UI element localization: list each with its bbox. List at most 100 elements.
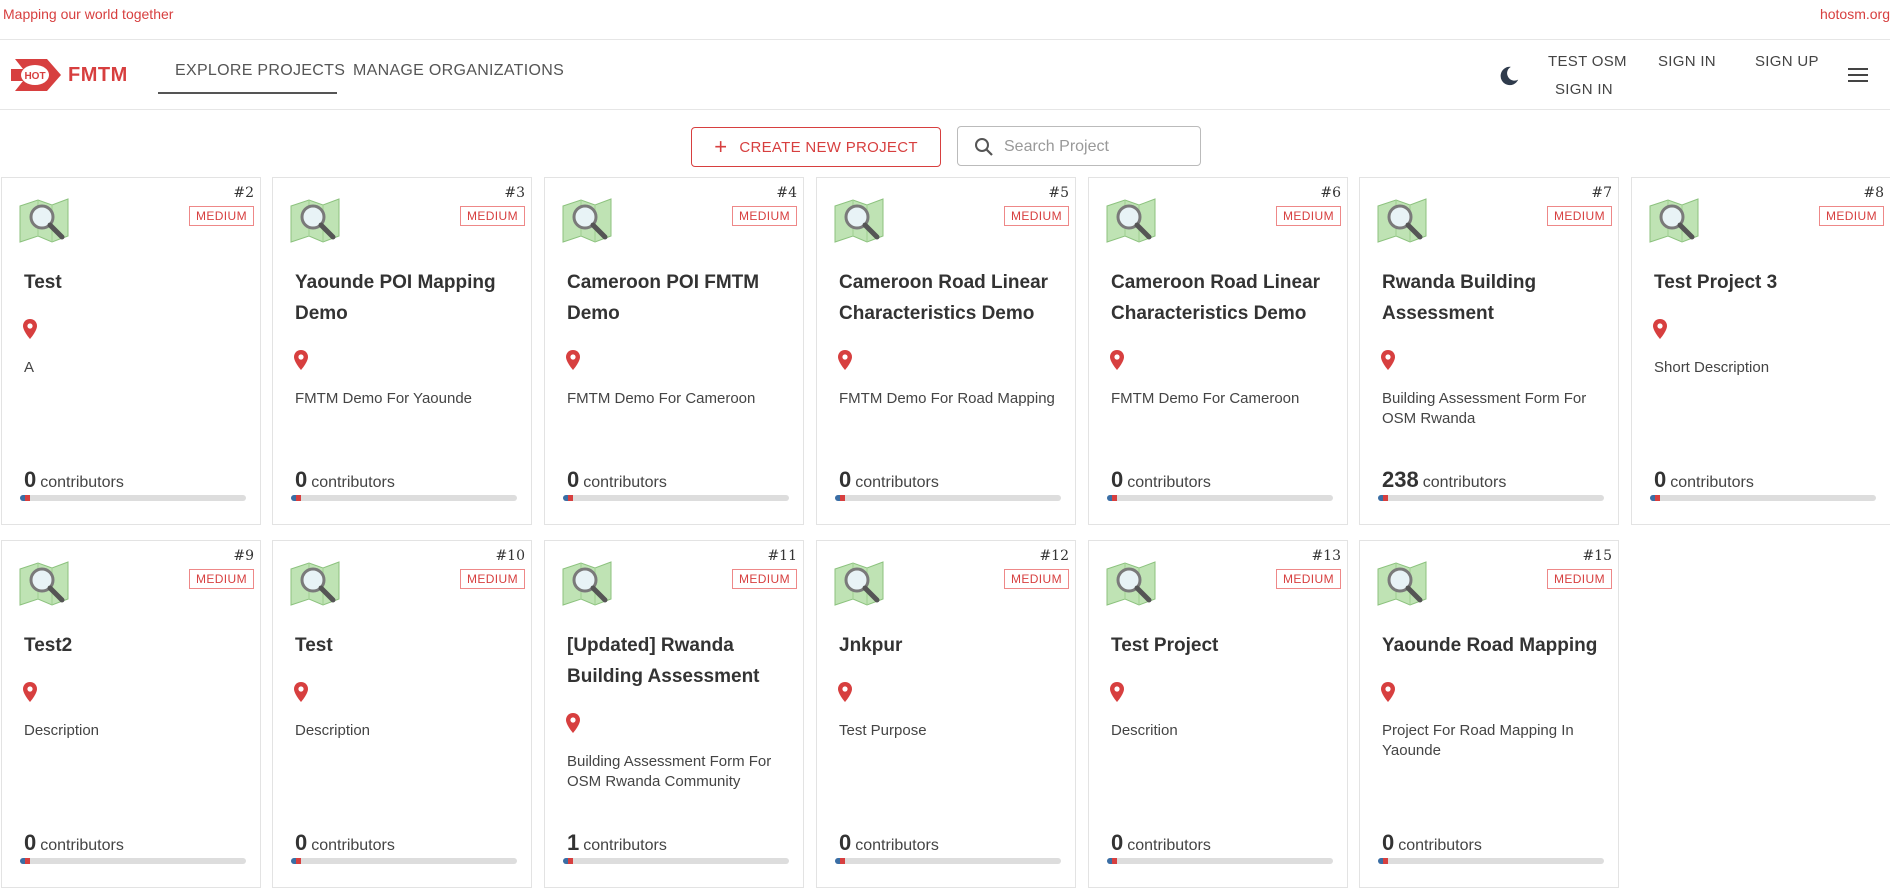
project-description: FMTM Demo For Yaounde <box>295 390 473 407</box>
project-description: FMTM Demo For Cameroon <box>1111 390 1300 407</box>
hotosm-link[interactable]: hotosm.org <box>1820 6 1890 22</box>
logo-badge-text: HOT <box>24 71 45 82</box>
search-icon <box>975 138 993 156</box>
priority-badge: MEDIUM <box>188 569 254 589</box>
fmtm-logo[interactable]: HOT FMTM <box>9 55 128 95</box>
priority-badge: MEDIUM <box>731 206 797 226</box>
progress-validated <box>840 858 845 864</box>
contributors-label: contributors <box>1670 474 1754 491</box>
project-card[interactable]: #7 MEDIUM Rwanda Building Assessment Buildi… <box>1359 177 1619 525</box>
map-search-icon <box>1105 196 1157 244</box>
map-search-icon <box>289 196 341 244</box>
contributors-count: 0 contributors <box>1111 467 1211 493</box>
project-id: #11 <box>767 548 797 564</box>
search-input[interactable] <box>1004 135 1194 159</box>
priority-badge: MEDIUM <box>1546 206 1612 226</box>
project-id: #3 <box>504 185 525 201</box>
project-id: #9 <box>233 548 254 564</box>
progress-validated <box>1112 858 1117 864</box>
progress-bar <box>1650 495 1876 501</box>
progress-validated <box>840 495 845 501</box>
project-card[interactable]: #15 MEDIUM Yaounde Road Mapping Project For… <box>1359 540 1619 888</box>
project-title: Yaounde Road Mapping <box>1382 635 1598 656</box>
contributors-label: contributors <box>311 474 395 491</box>
project-card[interactable]: #2 MEDIUM Test A 0 contributors <box>1 177 261 525</box>
hamburger-icon[interactable] <box>1848 68 1868 84</box>
progress-validated <box>25 495 30 501</box>
project-title: Test <box>295 635 333 656</box>
project-card[interactable]: #13 MEDIUM Test Project Descrition 0 contribu… <box>1088 540 1348 888</box>
signin-link[interactable]: SIGN IN <box>1658 53 1716 70</box>
tagline: Mapping our world together <box>3 6 174 22</box>
contributors-count: 1 contributors <box>567 830 667 856</box>
tab-manage-organizations[interactable]: MANAGE ORGANIZATIONS <box>353 62 564 80</box>
priority-badge: MEDIUM <box>1275 206 1341 226</box>
project-title: Cameroon Road Linear Characteristics Dem… <box>1111 272 1321 324</box>
project-description: Project For Road Mapping In Yaounde <box>1382 722 1574 759</box>
project-id: #7 <box>1591 185 1612 201</box>
contributors-number: 0 <box>839 467 852 492</box>
contributors-label: contributors <box>40 474 124 491</box>
contributors-number: 0 <box>839 830 852 855</box>
contributors-count: 0 contributors <box>839 830 939 856</box>
priority-badge: MEDIUM <box>188 206 254 226</box>
priority-badge: MEDIUM <box>1003 206 1069 226</box>
tab-explore-projects[interactable]: EXPLORE PROJECTS <box>175 62 345 80</box>
create-project-button[interactable]: + CREATE NEW PROJECT <box>691 127 941 167</box>
contributors-label: contributors <box>583 474 667 491</box>
contributors-label: contributors <box>855 474 939 491</box>
contributors-count: 0 contributors <box>295 467 395 493</box>
contributors-count: 0 contributors <box>24 467 124 493</box>
user-signin-link[interactable]: SIGN IN <box>1555 81 1613 98</box>
project-description: Building Assessment Form For OSM Rwanda <box>1382 390 1587 427</box>
user-name-link[interactable]: TEST OSM <box>1548 53 1627 70</box>
search-box[interactable] <box>957 126 1201 166</box>
logo-wordmark: FMTM <box>68 63 128 86</box>
project-id: #10 <box>495 548 525 564</box>
priority-badge: MEDIUM <box>1003 569 1069 589</box>
project-title: [Updated] Rwanda Building Assessment <box>567 635 760 687</box>
progress-bar <box>20 495 246 501</box>
project-description: Test Purpose <box>839 722 927 739</box>
progress-validated <box>1383 495 1388 501</box>
project-card[interactable]: #10 MEDIUM Test Description 0 contributors <box>272 540 532 888</box>
contributors-count: 0 contributors <box>1382 830 1482 856</box>
signup-link[interactable]: SIGN UP <box>1755 53 1819 70</box>
contributors-label: contributors <box>855 837 939 854</box>
project-card[interactable]: #6 MEDIUM Cameroon Road Linear Characteris… <box>1088 177 1348 525</box>
priority-badge: MEDIUM <box>459 569 525 589</box>
project-description: FMTM Demo For Road Mapping <box>839 390 1055 407</box>
project-title: Cameroon POI FMTM Demo <box>567 272 760 324</box>
contributors-number: 0 <box>24 467 37 492</box>
project-card[interactable]: #3 MEDIUM Yaounde POI Mapping Demo FMTM Dem… <box>272 177 532 525</box>
project-title: Cameroon Road Linear Characteristics Dem… <box>839 272 1049 324</box>
top-banner: Mapping our world together hotosm.org <box>0 0 1890 40</box>
project-title: Test Project <box>1111 635 1219 656</box>
map-search-icon <box>18 196 70 244</box>
progress-bar <box>291 858 517 864</box>
contributors-count: 0 contributors <box>24 830 124 856</box>
contributors-label: contributors <box>1127 474 1211 491</box>
location-pin-icon <box>838 350 852 370</box>
contributors-number: 0 <box>1111 830 1124 855</box>
project-id: #15 <box>1582 548 1612 564</box>
project-id: #13 <box>1311 548 1341 564</box>
location-pin-icon <box>1653 319 1667 339</box>
project-card[interactable]: #5 MEDIUM Cameroon Road Linear Characteris… <box>816 177 1076 525</box>
contributors-number: 0 <box>1654 467 1667 492</box>
project-card[interactable]: #9 MEDIUM Test2 Description 0 contributors <box>1 540 261 888</box>
project-card[interactable]: #8 MEDIUM Test Project 3 Short Description 0… <box>1631 177 1890 525</box>
moon-icon[interactable] <box>1498 65 1520 87</box>
contributors-label: contributors <box>1127 837 1211 854</box>
contributors-number: 0 <box>24 830 37 855</box>
contributors-number: 0 <box>295 830 308 855</box>
location-pin-icon <box>23 682 37 702</box>
project-card[interactable]: #4 MEDIUM Cameroon POI FMTM Demo FMTM Demo … <box>544 177 804 525</box>
priority-badge: MEDIUM <box>1546 569 1612 589</box>
project-card[interactable]: #12 MEDIUM Jnkpur Test Purpose 0 contributors <box>816 540 1076 888</box>
project-card[interactable]: #11 MEDIUM [Updated] Rwanda Building Asses… <box>544 540 804 888</box>
contributors-count: 238 contributors <box>1382 467 1506 493</box>
contributors-number: 0 <box>295 467 308 492</box>
progress-bar <box>563 858 789 864</box>
project-title: Test2 <box>24 635 73 656</box>
